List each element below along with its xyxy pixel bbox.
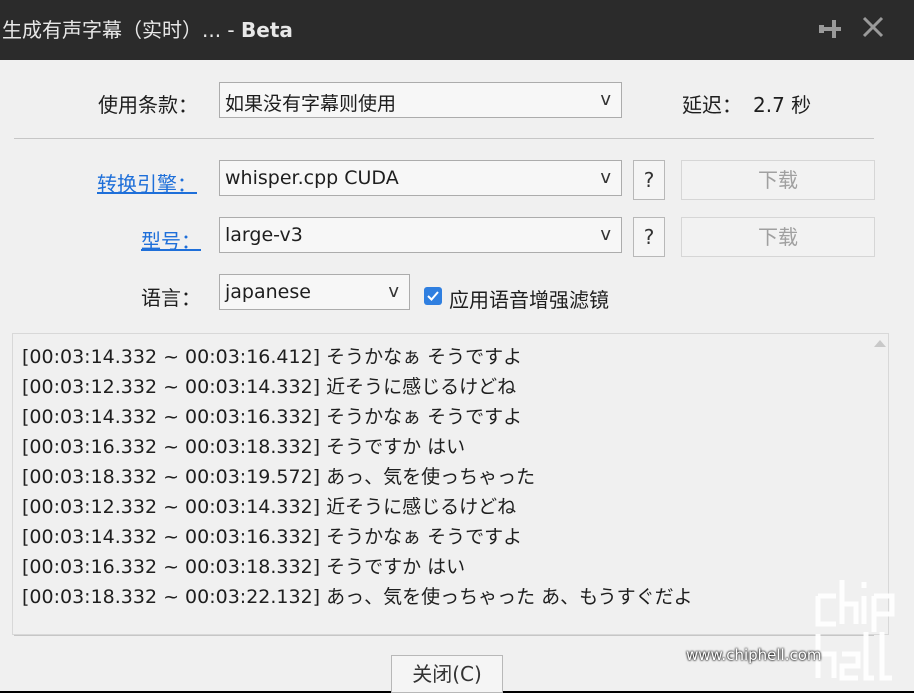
chiphell-logo — [815, 580, 895, 681]
delay-value: 2.7 秒 — [753, 93, 812, 117]
log-line: [00:03:16.332 ~ 00:03:18.332] そうですか はい — [22, 436, 466, 458]
watermark-url: www.chiphell.com — [686, 646, 822, 664]
log-line: [00:03:14.332 ~ 00:03:16.332] そうかなぁ そうです… — [22, 406, 523, 428]
voice-enhance-checkbox[interactable] — [424, 287, 442, 305]
model-value: large-v3 — [225, 224, 303, 246]
close-button[interactable]: 关闭(C) — [391, 655, 503, 693]
log-line: [00:03:12.332 ~ 00:03:14.332] 近そうに感じるけどね — [22, 496, 517, 518]
terms-label: 使用条款： — [98, 93, 198, 117]
separator — [14, 138, 874, 139]
window-title: 生成有声字幕（实时）... - Beta — [2, 14, 293, 43]
model-download-button[interactable]: 下载 — [681, 217, 875, 257]
engine-dropdown[interactable]: whisper.cpp CUDA v — [219, 160, 622, 196]
scroll-up-icon[interactable] — [874, 340, 886, 347]
log-line: [00:03:18.332 ~ 00:03:22.132] あっ、気を使っちゃっ… — [22, 586, 693, 608]
window-title-main: 生成有声字幕（实时）... - — [2, 18, 242, 42]
model-link[interactable]: 型号： — [141, 225, 201, 254]
delay-label: 延迟： — [682, 93, 742, 117]
engine-value: whisper.cpp CUDA — [225, 167, 399, 189]
language-value: japanese — [225, 281, 311, 303]
watermark: www.chiphell.com — [686, 570, 914, 691]
engine-download-button[interactable]: 下载 — [681, 160, 875, 200]
engine-help-button[interactable]: ? — [633, 160, 665, 200]
chevron-down-icon: v — [600, 89, 611, 110]
voice-enhance-label[interactable]: 应用语音增强滤镜 — [449, 284, 609, 313]
model-help-button[interactable]: ? — [633, 217, 665, 257]
title-bar: 生成有声字幕（实时）... - Beta — [0, 0, 914, 60]
model-dropdown[interactable]: large-v3 v — [219, 217, 622, 253]
pin-icon[interactable] — [815, 14, 843, 42]
log-line: [00:03:16.332 ~ 00:03:18.332] そうですか はい — [22, 556, 466, 578]
log-line: [00:03:12.332 ~ 00:03:14.332] 近そうに感じるけどね — [22, 376, 517, 398]
terms-dropdown[interactable]: 如果没有字幕则使用 v — [219, 82, 622, 118]
checkmark-icon — [427, 291, 439, 301]
chevron-down-icon: v — [600, 167, 611, 188]
chevron-down-icon: v — [388, 281, 399, 302]
language-label: 语言： — [141, 286, 201, 310]
log-line: [00:03:14.332 ~ 00:03:16.412] そうかなぁ そうです… — [22, 346, 523, 368]
close-icon[interactable] — [860, 14, 886, 40]
terms-value: 如果没有字幕则使用 — [225, 93, 397, 115]
engine-link[interactable]: 转换引擎： — [97, 168, 197, 197]
chevron-down-icon: v — [600, 224, 611, 245]
language-dropdown[interactable]: japanese v — [219, 274, 410, 310]
log-line: [00:03:18.332 ~ 00:03:19.572] あっ、気を使っちゃっ… — [22, 466, 536, 488]
log-line: [00:03:14.332 ~ 00:03:16.332] そうかなぁ そうです… — [22, 526, 523, 548]
window-title-beta: Beta — [241, 18, 293, 42]
